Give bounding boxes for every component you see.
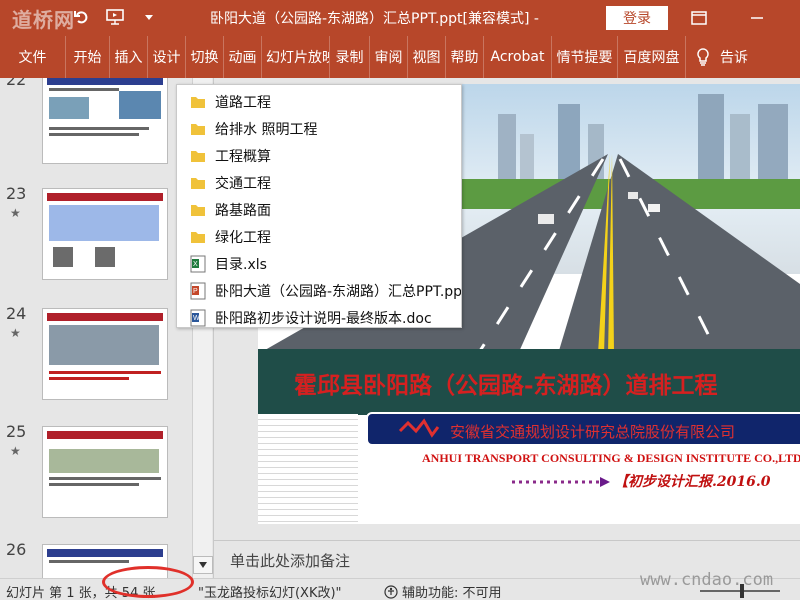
slide-number: 26 bbox=[6, 540, 27, 559]
tab-insert[interactable]: 插入 bbox=[110, 36, 148, 78]
ribbon-display-icon bbox=[691, 11, 707, 25]
slide-thumbnail-25[interactable] bbox=[42, 426, 168, 518]
annotation-circle bbox=[102, 566, 194, 598]
list-item[interactable]: 交通工程 bbox=[177, 169, 461, 196]
title-bar: 道桥网 卧阳大道（公园路-东湖路）汇总PPT.ppt[兼容模式] - 登录 bbox=[0, 0, 800, 36]
dotted-arrow-icon bbox=[512, 477, 610, 487]
slideshow-icon bbox=[106, 9, 124, 25]
svg-text:X: X bbox=[193, 261, 198, 268]
tab-home[interactable]: 开始 bbox=[66, 36, 110, 78]
tab-acrobat[interactable]: Acrobat bbox=[484, 36, 552, 78]
start-slideshow-button[interactable] bbox=[104, 6, 126, 28]
list-item[interactable]: 绿化工程 bbox=[177, 223, 461, 250]
accessibility-status[interactable]: 辅助功能: 不可用 bbox=[384, 582, 502, 600]
ppt-file-icon: P bbox=[189, 282, 207, 300]
list-item[interactable]: P 卧阳大道（公园路-东湖路）汇总PPT.ppt bbox=[177, 277, 461, 304]
slide-title: 霍邱县卧阳路（公园路-东湖路）道排工程 bbox=[294, 372, 718, 399]
quick-access-toolbar bbox=[70, 6, 160, 28]
report-stage: 【初步设计汇报.2016.0 bbox=[614, 474, 771, 490]
slide-thumbnail-23[interactable] bbox=[42, 188, 168, 280]
folder-icon bbox=[189, 147, 207, 165]
ribbon-tabs: 文件 开始 插入 设计 切换 动画 幻灯片放映 录制 审阅 视图 帮助 Acro… bbox=[0, 36, 800, 78]
word-file-icon: W bbox=[189, 309, 207, 327]
tab-file[interactable]: 文件 bbox=[0, 36, 66, 78]
organization-name-english: ANHUI TRANSPORT CONSULTING & DESIGN INST… bbox=[422, 451, 800, 465]
slide-thumbnail-24[interactable] bbox=[42, 308, 168, 400]
folder-icon bbox=[189, 93, 207, 111]
svg-text:W: W bbox=[193, 315, 200, 322]
folder-icon bbox=[189, 201, 207, 219]
tab-record[interactable]: 录制 bbox=[330, 36, 370, 78]
accessibility-icon bbox=[384, 584, 398, 599]
minimize-button[interactable] bbox=[744, 6, 770, 30]
scroll-down-button[interactable] bbox=[193, 556, 213, 574]
slide-number: 24 bbox=[6, 304, 27, 323]
tab-slideshow[interactable]: 幻灯片放映 bbox=[262, 36, 330, 78]
folder-icon bbox=[189, 174, 207, 192]
notes-placeholder: 单击此处添加备注 bbox=[230, 552, 351, 570]
theme-name: "玉龙路投标幻灯(XK改)" bbox=[198, 586, 342, 600]
organization-name: 安徽省交通规划设计研究总院股份有限公司 bbox=[450, 423, 736, 441]
list-item[interactable]: 给排水 照明工程 bbox=[177, 115, 461, 142]
folder-icon bbox=[189, 228, 207, 246]
tab-storyboard[interactable]: 情节提要 bbox=[552, 36, 618, 78]
tab-view[interactable]: 视图 bbox=[408, 36, 446, 78]
list-item[interactable]: 工程概算 bbox=[177, 142, 461, 169]
list-item[interactable]: W 卧阳路初步设计说明-最终版本.doc bbox=[177, 304, 461, 327]
list-item[interactable]: 道路工程 bbox=[177, 88, 461, 115]
excel-file-icon: X bbox=[189, 255, 207, 273]
svg-text:P: P bbox=[193, 288, 198, 295]
lightbulb-icon bbox=[697, 48, 709, 66]
decorative-lines bbox=[258, 414, 358, 524]
slide-thumbnail-22[interactable] bbox=[42, 78, 168, 164]
tell-me-label[interactable]: 告诉 bbox=[720, 36, 758, 78]
undo-button[interactable] bbox=[70, 6, 92, 28]
ribbon-display-options-button[interactable] bbox=[686, 6, 712, 30]
login-button[interactable]: 登录 bbox=[606, 6, 668, 30]
tab-baidu-netdisk[interactable]: 百度网盘 bbox=[618, 36, 686, 78]
star-icon: ★ bbox=[10, 206, 21, 220]
file-list-popup: 道路工程 给排水 照明工程 工程概算 交通工程 路基路面 绿化工程 X 目录.x… bbox=[176, 84, 462, 328]
list-item[interactable]: 路基路面 bbox=[177, 196, 461, 223]
site-watermark: www.cndao.com bbox=[640, 570, 774, 590]
undo-icon bbox=[74, 11, 88, 24]
list-item[interactable]: X 目录.xls bbox=[177, 250, 461, 277]
minimize-icon bbox=[751, 17, 763, 19]
chevron-down-icon bbox=[145, 15, 153, 20]
slide-number: 25 bbox=[6, 422, 27, 441]
star-icon: ★ bbox=[10, 326, 21, 340]
customize-qat-button[interactable] bbox=[138, 6, 160, 28]
slide-number: 23 bbox=[6, 184, 27, 203]
chevron-down-icon bbox=[199, 562, 207, 568]
window-title: 卧阳大道（公园路-东湖路）汇总PPT.ppt[兼容模式] - bbox=[210, 11, 539, 27]
star-icon: ★ bbox=[10, 444, 21, 458]
tab-review[interactable]: 审阅 bbox=[370, 36, 408, 78]
tab-animations[interactable]: 动画 bbox=[224, 36, 262, 78]
site-logo: 道桥网 bbox=[12, 8, 75, 32]
tab-design[interactable]: 设计 bbox=[148, 36, 186, 78]
tab-help[interactable]: 帮助 bbox=[446, 36, 484, 78]
tell-me-bulb[interactable] bbox=[686, 48, 720, 66]
folder-icon bbox=[189, 120, 207, 138]
org-logo-icon bbox=[398, 418, 440, 438]
slide-number: 22 bbox=[6, 78, 27, 89]
tab-transitions[interactable]: 切换 bbox=[186, 36, 224, 78]
